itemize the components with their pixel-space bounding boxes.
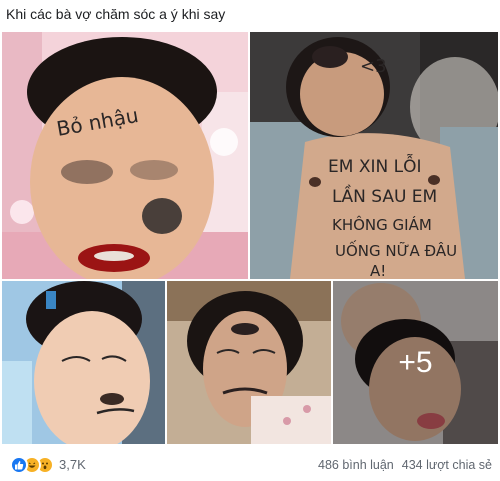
- photo-2-mark: <3: [360, 56, 387, 77]
- photo-2-note-line: KHÔNG GIÁM: [332, 215, 432, 234]
- more-photos-count: +5: [398, 345, 433, 379]
- photo-2-note: EM XIN LỖI LẦN SAU EM KHÔNG GIÁM UỐNG NỮ…: [328, 153, 457, 279]
- photo-1[interactable]: Bỏ nhậu: [2, 32, 248, 279]
- reaction-count: 3,7K: [59, 457, 86, 472]
- photo-2-note-line: A!: [370, 262, 386, 279]
- photo-5-more[interactable]: +5: [333, 281, 498, 444]
- comments-count[interactable]: 486 bình luận: [318, 458, 394, 472]
- shares-count[interactable]: 434 lượt chia sẻ: [402, 458, 492, 472]
- photo-2[interactable]: <3 EM XIN LỖI LẦN SAU EM KHÔNG GIÁM UỐNG…: [250, 32, 498, 279]
- reactions-summary[interactable]: 3,7K: [10, 455, 86, 474]
- post-text: Khi các bà vợ chăm sóc a ý khi say: [6, 6, 226, 22]
- like-icon: [10, 455, 28, 474]
- photo-4[interactable]: [167, 281, 331, 444]
- more-photos-overlay[interactable]: +5: [333, 281, 498, 444]
- photo-2-note-line: UỐNG NỮA ĐÂU: [335, 239, 457, 260]
- post-footer: 3,7K 486 bình luận 434 lượt chia sẻ: [0, 448, 500, 481]
- photo-1-caption: Bỏ nhậu: [55, 103, 141, 141]
- photo-2-note-line: EM XIN LỖI: [328, 153, 421, 177]
- photo-3[interactable]: [2, 281, 165, 444]
- photo-2-note-line: LẦN SAU EM: [332, 183, 437, 207]
